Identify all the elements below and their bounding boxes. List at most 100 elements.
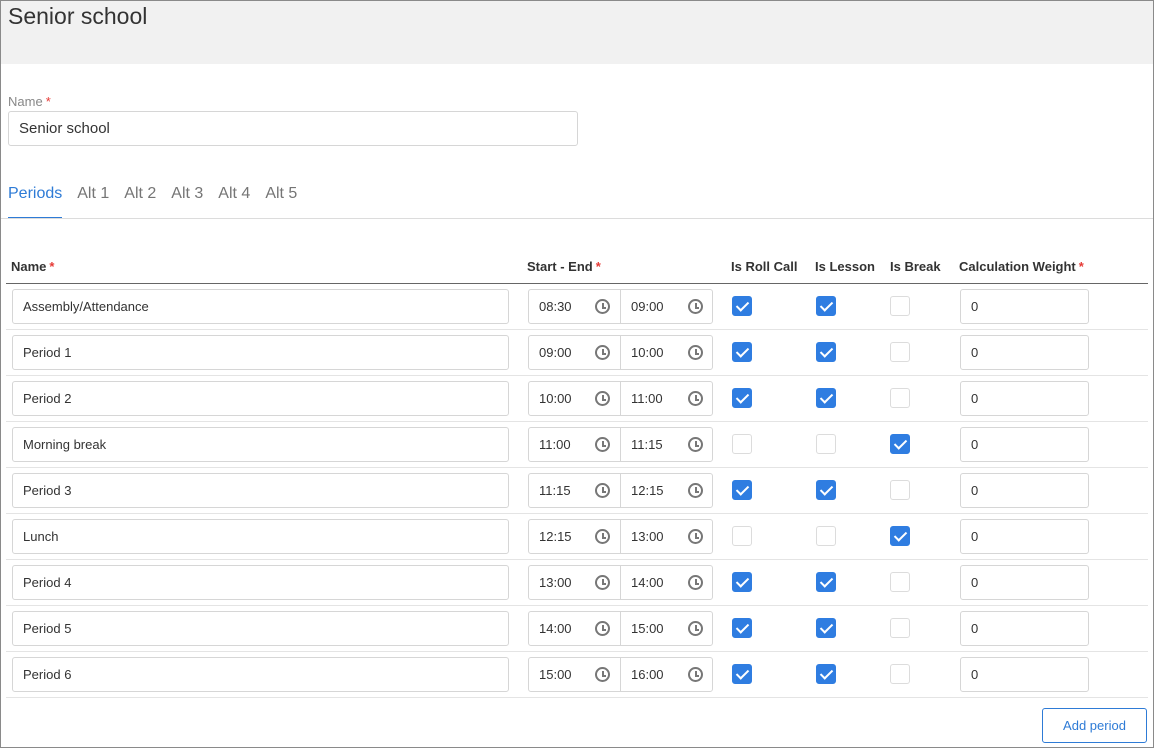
is-roll-call-checkbox[interactable] <box>732 342 752 362</box>
calculation-weight-input[interactable]: 0 <box>960 473 1089 508</box>
tab-alt-5[interactable]: Alt 5 <box>265 183 297 219</box>
calculation-weight-input[interactable]: 0 <box>960 335 1089 370</box>
clock-icon[interactable] <box>688 345 703 360</box>
is-roll-call-checkbox[interactable] <box>732 618 752 638</box>
period-name-input[interactable]: Morning break <box>12 427 509 462</box>
tab-periods[interactable]: Periods <box>8 183 63 219</box>
start-time-input[interactable]: 10:00 <box>529 382 621 415</box>
tab-alt-2[interactable]: Alt 2 <box>124 183 156 219</box>
start-time-input[interactable]: 15:00 <box>529 658 621 691</box>
is-break-checkbox[interactable] <box>890 434 910 454</box>
clock-icon[interactable] <box>688 667 703 682</box>
calculation-weight-input[interactable]: 0 <box>960 611 1089 646</box>
is-lesson-checkbox[interactable] <box>816 342 836 362</box>
required-mark: * <box>1078 259 1084 274</box>
start-time-value: 10:00 <box>539 391 572 406</box>
calculation-weight-input[interactable]: 0 <box>960 565 1089 600</box>
start-time-input[interactable]: 08:30 <box>529 290 621 323</box>
tabs-divider <box>1 218 1153 219</box>
clock-icon[interactable] <box>595 391 610 406</box>
column-header-is-lesson: Is Lesson <box>815 259 875 274</box>
clock-icon[interactable] <box>595 529 610 544</box>
clock-icon[interactable] <box>688 575 703 590</box>
is-break-checkbox[interactable] <box>890 342 910 362</box>
is-break-checkbox[interactable] <box>890 618 910 638</box>
start-time-input[interactable]: 14:00 <box>529 612 621 645</box>
is-lesson-checkbox[interactable] <box>816 664 836 684</box>
is-lesson-checkbox[interactable] <box>816 388 836 408</box>
end-time-input[interactable]: 13:00 <box>621 520 713 553</box>
period-name-input[interactable]: Period 5 <box>12 611 509 646</box>
is-roll-call-checkbox[interactable] <box>732 296 752 316</box>
period-name-input[interactable]: Period 3 <box>12 473 509 508</box>
is-break-checkbox[interactable] <box>890 664 910 684</box>
is-lesson-checkbox[interactable] <box>816 480 836 500</box>
is-roll-call-checkbox[interactable] <box>732 480 752 500</box>
is-roll-call-checkbox[interactable] <box>732 388 752 408</box>
is-break-checkbox[interactable] <box>890 572 910 592</box>
clock-icon[interactable] <box>595 575 610 590</box>
end-time-input[interactable]: 11:15 <box>621 428 713 461</box>
clock-icon[interactable] <box>595 483 610 498</box>
start-time-input[interactable]: 12:15 <box>529 520 621 553</box>
table-row: Period 1 09:00 10:00 0 <box>6 330 1148 376</box>
is-lesson-checkbox[interactable] <box>816 572 836 592</box>
end-time-input[interactable]: 16:00 <box>621 658 713 691</box>
period-name-input[interactable]: Period 2 <box>12 381 509 416</box>
is-lesson-checkbox[interactable] <box>816 618 836 638</box>
is-break-checkbox[interactable] <box>890 388 910 408</box>
clock-icon[interactable] <box>595 345 610 360</box>
start-time-input[interactable]: 11:15 <box>529 474 621 507</box>
tab-alt-3[interactable]: Alt 3 <box>171 183 203 219</box>
start-time-input[interactable]: 13:00 <box>529 566 621 599</box>
add-period-button[interactable]: Add period <box>1042 708 1147 743</box>
clock-icon[interactable] <box>595 437 610 452</box>
end-time-input[interactable]: 14:00 <box>621 566 713 599</box>
start-time-input[interactable]: 11:00 <box>529 428 621 461</box>
calculation-weight-input[interactable]: 0 <box>960 657 1089 692</box>
period-name-input[interactable]: Period 4 <box>12 565 509 600</box>
is-lesson-checkbox[interactable] <box>816 526 836 546</box>
is-lesson-checkbox[interactable] <box>816 434 836 454</box>
clock-icon[interactable] <box>688 621 703 636</box>
calculation-weight-input[interactable]: 0 <box>960 289 1089 324</box>
clock-icon[interactable] <box>688 299 703 314</box>
clock-icon[interactable] <box>688 391 703 406</box>
period-name-input[interactable]: Lunch <box>12 519 509 554</box>
end-time-input[interactable]: 15:00 <box>621 612 713 645</box>
is-roll-call-checkbox[interactable] <box>732 526 752 546</box>
time-range: 15:00 16:00 <box>528 657 713 692</box>
calculation-weight-input[interactable]: 0 <box>960 381 1089 416</box>
is-roll-call-checkbox[interactable] <box>732 664 752 684</box>
clock-icon[interactable] <box>688 483 703 498</box>
is-roll-call-checkbox[interactable] <box>732 434 752 454</box>
is-break-checkbox[interactable] <box>890 296 910 316</box>
clock-icon[interactable] <box>595 621 610 636</box>
tab-alt-4[interactable]: Alt 4 <box>218 183 250 219</box>
period-name-input[interactable]: Assembly/Attendance <box>12 289 509 324</box>
is-lesson-checkbox[interactable] <box>816 296 836 316</box>
end-time-input[interactable]: 10:00 <box>621 336 713 369</box>
calculation-weight-input[interactable]: 0 <box>960 427 1089 462</box>
period-name-input[interactable]: Period 6 <box>12 657 509 692</box>
clock-icon[interactable] <box>688 437 703 452</box>
end-time-input[interactable]: 09:00 <box>621 290 713 323</box>
tab-alt-1[interactable]: Alt 1 <box>77 183 109 219</box>
table-row: Period 6 15:00 16:00 0 <box>6 652 1148 698</box>
is-roll-call-checkbox[interactable] <box>732 572 752 592</box>
clock-icon[interactable] <box>595 299 610 314</box>
clock-icon[interactable] <box>595 667 610 682</box>
end-time-input[interactable]: 12:15 <box>621 474 713 507</box>
schedule-name-input[interactable]: Senior school <box>8 111 578 146</box>
is-break-checkbox[interactable] <box>890 480 910 500</box>
end-time-value: 14:00 <box>631 575 664 590</box>
time-range: 11:15 12:15 <box>528 473 713 508</box>
end-time-value: 11:15 <box>631 437 663 452</box>
end-time-input[interactable]: 11:00 <box>621 382 713 415</box>
is-break-checkbox[interactable] <box>890 526 910 546</box>
calculation-weight-input[interactable]: 0 <box>960 519 1089 554</box>
column-header-start-end: Start - End * <box>527 259 601 274</box>
clock-icon[interactable] <box>688 529 703 544</box>
period-name-input[interactable]: Period 1 <box>12 335 509 370</box>
start-time-input[interactable]: 09:00 <box>529 336 621 369</box>
